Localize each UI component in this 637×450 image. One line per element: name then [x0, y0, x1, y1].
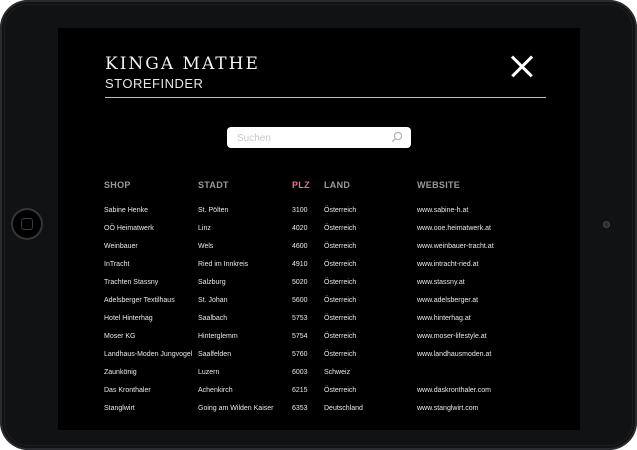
- website-link[interactable]: www.daskronthaler.com: [417, 387, 491, 394]
- page-title: STOREFINDER: [105, 76, 204, 91]
- country: Österreich: [324, 279, 357, 286]
- postal-code: 6215: [292, 387, 308, 394]
- website-link[interactable]: www.intracht-ried.at: [417, 261, 478, 268]
- country: Deutschland: [324, 405, 363, 412]
- column-header-shop[interactable]: SHOP: [104, 180, 131, 190]
- country: Österreich: [324, 207, 357, 214]
- column-header-land[interactable]: LAND: [324, 180, 350, 190]
- country: Schweiz: [324, 369, 351, 376]
- shop-name: Das Kronthaler: [104, 387, 151, 394]
- city: St. Pölten: [198, 207, 229, 214]
- postal-code: 3100: [292, 207, 308, 214]
- city: Ried im Innkreis: [198, 261, 249, 268]
- website-link[interactable]: www.ooe.heimatwerk.at: [417, 225, 491, 232]
- header-divider: [105, 97, 546, 98]
- website-link[interactable]: www.stassny.at: [417, 279, 465, 286]
- city: Salzburg: [198, 279, 226, 286]
- shop-name: Hotel Hinterhag: [104, 315, 153, 322]
- city: Saalfelden: [198, 351, 232, 358]
- table-row: Weinbauer Wels 4600 Österreich www.weinbauer…: [104, 243, 544, 261]
- postal-code: 5020: [292, 279, 308, 286]
- close-icon[interactable]: [510, 54, 534, 78]
- home-button[interactable]: [11, 208, 43, 240]
- shop-name: Stanglwirt: [104, 405, 135, 412]
- tablet-frame: KINGA MATHE STOREFINDER SHOP STADT PLZ L…: [0, 0, 637, 450]
- camera-dot: [603, 221, 610, 228]
- shop-name: OÖ Heimatwerk: [104, 225, 154, 232]
- table-row: Zaunkönig Luzern 6003 Schweiz: [104, 369, 544, 387]
- postal-code: 6003: [292, 369, 308, 376]
- shop-name: Trachten Stassny: [104, 279, 159, 286]
- table-row: OÖ Heimatwerk Linz 4020 Österreich www.ooe.h…: [104, 225, 544, 243]
- postal-code: 6353: [292, 405, 308, 412]
- shop-name: Moser KG: [104, 333, 136, 340]
- column-header-plz[interactable]: PLZ: [292, 180, 310, 190]
- shop-name: Adelsberger Textilhaus: [104, 297, 175, 304]
- city: Luzern: [198, 369, 220, 376]
- city: Achenkirch: [198, 387, 233, 394]
- city: Saalbach: [198, 315, 228, 322]
- country: Österreich: [324, 333, 357, 340]
- postal-code: 4910: [292, 261, 308, 268]
- shop-name: Weinbauer: [104, 243, 138, 250]
- website-link[interactable]: www.stanglwirt.com: [417, 405, 478, 412]
- postal-code: 5600: [292, 297, 308, 304]
- table-row: Sabine Henke St. Pölten 3100 Österreich www.…: [104, 207, 544, 225]
- shop-name: Landhaus-Moden Jungvogel: [104, 351, 193, 358]
- brand-logo: KINGA MATHE: [105, 54, 260, 74]
- city: St. Johan: [198, 297, 228, 304]
- table-row: Landhaus-Moden Jungvogel Saalfelden 5760 Ös…: [104, 351, 544, 369]
- country: Österreich: [324, 297, 357, 304]
- website-link[interactable]: www.hinterhag.at: [417, 315, 471, 322]
- table-row: Das Kronthaler Achenkirch 6215 Österreich ww…: [104, 387, 544, 405]
- screen: KINGA MATHE STOREFINDER SHOP STADT PLZ L…: [58, 28, 580, 430]
- table-row: Moser KG Hinterglemm 5754 Österreich www.mos…: [104, 333, 544, 351]
- country: Österreich: [324, 225, 357, 232]
- shop-name: Sabine Henke: [104, 207, 148, 214]
- country: Österreich: [324, 387, 357, 394]
- postal-code: 4020: [292, 225, 308, 232]
- website-link[interactable]: www.landhausmoden.at: [417, 351, 491, 358]
- website-link[interactable]: www.sabine-h.at: [417, 207, 468, 214]
- country: Österreich: [324, 315, 357, 322]
- table-row: Stanglwirt Going am Wilden Kaiser 6353 Deut…: [104, 405, 544, 423]
- column-header-stadt[interactable]: STADT: [198, 180, 229, 190]
- city: Wels: [198, 243, 214, 250]
- city: Going am Wilden Kaiser: [198, 405, 274, 412]
- table-row: InTracht Ried im Innkreis 4910 Österreich ww…: [104, 261, 544, 279]
- postal-code: 5754: [292, 333, 308, 340]
- website-link[interactable]: www.weinbauer-tracht.at: [417, 243, 494, 250]
- city: Linz: [198, 225, 211, 232]
- table-row: Hotel Hinterhag Saalbach 5753 Österreich www…: [104, 315, 544, 333]
- country: Österreich: [324, 261, 357, 268]
- search-box[interactable]: [227, 127, 411, 148]
- city: Hinterglemm: [198, 333, 238, 340]
- search-input[interactable]: [235, 129, 389, 148]
- postal-code: 5753: [292, 315, 308, 322]
- country: Österreich: [324, 243, 357, 250]
- search-icon[interactable]: [391, 131, 403, 143]
- website-link[interactable]: www.moser-lifestyle.at: [417, 333, 487, 340]
- table-row: Trachten Stassny Salzburg 5020 Österreich ww…: [104, 279, 544, 297]
- shop-name: Zaunkönig: [104, 369, 137, 376]
- column-header-website[interactable]: WEBSITE: [417, 180, 460, 190]
- website-link[interactable]: www.adelsberger.at: [417, 297, 478, 304]
- table-row: Adelsberger Textilhaus St. Johan 5600 Öster…: [104, 297, 544, 315]
- shop-name: InTracht: [104, 261, 130, 268]
- postal-code: 4600: [292, 243, 308, 250]
- postal-code: 5760: [292, 351, 308, 358]
- country: Österreich: [324, 351, 357, 358]
